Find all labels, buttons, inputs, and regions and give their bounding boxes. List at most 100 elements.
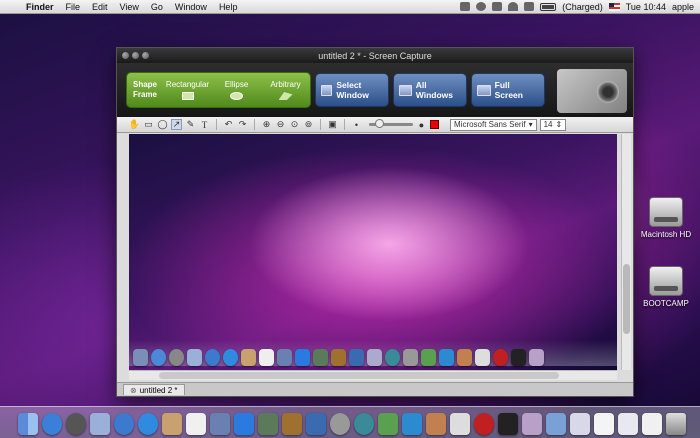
dropdown-arrow-icon: ▾ — [528, 120, 533, 129]
itunes-icon[interactable] — [234, 413, 254, 435]
zoom-in-icon[interactable]: ⊕ — [261, 119, 272, 130]
bluetooth-icon[interactable] — [492, 2, 503, 11]
desktop-icon-label: Macintosh HD — [640, 230, 692, 239]
time-machine-icon[interactable] — [476, 2, 487, 11]
arbitrary-shape-icon — [278, 92, 293, 100]
font-name-value: Microsoft Sans Serif — [454, 120, 526, 129]
text-tool-icon[interactable]: T — [199, 119, 210, 130]
garageband-icon[interactable] — [282, 413, 302, 435]
menu-edit[interactable]: Edit — [86, 2, 114, 12]
shape-frame-label: Shape Frame — [132, 80, 157, 99]
desktop-icon-bootcamp[interactable]: BOOTCAMP — [631, 266, 700, 308]
hard-drive-icon — [649, 197, 683, 227]
horizontal-scroll-thumb[interactable] — [159, 372, 559, 379]
rectangular-label: Rectangular — [165, 80, 210, 89]
line-width-small-icon: • — [354, 119, 359, 130]
arrow-tool-icon[interactable]: ↗ — [171, 119, 182, 130]
iphoto-icon[interactable] — [258, 413, 278, 435]
zoom-fit-icon[interactable]: ⊙ — [289, 119, 300, 130]
font-size-value: 14 — [543, 120, 553, 129]
zoom-window-button[interactable] — [142, 52, 149, 59]
capture-canvas[interactable] — [129, 134, 617, 370]
menu-view[interactable]: View — [114, 2, 145, 12]
tab-label: untitled 2 * — [139, 385, 178, 395]
slider-knob[interactable] — [375, 119, 384, 128]
line-width-slider[interactable] — [369, 119, 413, 128]
save-icon[interactable]: ▣ — [327, 119, 338, 130]
file-icon[interactable] — [618, 413, 638, 435]
script-editor-icon[interactable] — [426, 413, 446, 435]
menu-window[interactable]: Window — [169, 2, 213, 12]
screen-capture-icon[interactable] — [522, 413, 542, 435]
file-icon[interactable] — [594, 413, 614, 435]
preview-icon[interactable] — [210, 413, 230, 435]
xcode-icon[interactable] — [306, 413, 326, 435]
menu-app-name[interactable]: Finder — [20, 2, 60, 12]
crash-icon[interactable] — [474, 413, 494, 435]
users-icon[interactable] — [402, 413, 422, 435]
ellipse-tool-icon[interactable]: ◯ — [157, 119, 168, 130]
captured-app-icon — [151, 349, 166, 366]
menu-help[interactable]: Help — [213, 2, 244, 12]
all-windows-button[interactable]: All Windows — [393, 73, 467, 107]
battery-icon[interactable] — [540, 2, 557, 11]
input-flag-icon[interactable] — [608, 2, 620, 11]
arbitrary-capture-button[interactable]: Arbitrary — [261, 80, 310, 100]
font-size-select[interactable]: 14 ⇕ — [539, 118, 567, 131]
volume-icon[interactable] — [524, 2, 535, 11]
zoom-out-icon[interactable]: ⊖ — [275, 119, 286, 130]
terminal-icon[interactable] — [498, 413, 518, 435]
close-window-button[interactable] — [122, 52, 129, 59]
menu-clock[interactable]: Tue 10:44 — [626, 2, 666, 12]
captured-app-icon — [511, 349, 526, 366]
textedit-icon[interactable] — [450, 413, 470, 435]
select-window-button[interactable]: Select Window — [315, 73, 389, 107]
menu-user[interactable]: apple — [672, 2, 694, 12]
script-icon[interactable] — [460, 2, 471, 11]
safari-icon[interactable] — [138, 413, 158, 435]
rectangle-tool-icon[interactable]: ▭ — [143, 119, 154, 130]
document-tab[interactable]: ⊗ untitled 2 * — [123, 384, 185, 395]
menu-file[interactable]: File — [60, 2, 87, 12]
font-name-select[interactable]: Microsoft Sans Serif ▾ — [450, 118, 537, 131]
desktop-icon-macintosh-hd[interactable]: Macintosh HD — [631, 197, 700, 239]
close-tab-icon[interactable]: ⊗ — [130, 386, 137, 395]
arbitrary-label: Arbitrary — [270, 80, 301, 89]
dashboard-icon[interactable] — [66, 413, 86, 435]
ichat-icon[interactable] — [114, 413, 134, 435]
menu-go[interactable]: Go — [145, 2, 169, 12]
wifi-icon[interactable] — [508, 2, 519, 11]
time-machine-icon[interactable] — [354, 413, 374, 435]
app-store-icon[interactable] — [42, 413, 62, 435]
ical-icon[interactable] — [186, 413, 206, 435]
vertical-scroll-thumb[interactable] — [623, 264, 630, 334]
system-preferences-icon[interactable] — [330, 413, 350, 435]
window-titlebar[interactable]: untitled 2 * - Screen Capture — [117, 48, 633, 63]
minimize-window-button[interactable] — [132, 52, 139, 59]
redo-icon[interactable]: ↷ — [237, 119, 248, 130]
mail-icon[interactable] — [90, 413, 110, 435]
captured-app-icon — [205, 349, 220, 366]
vertical-scrollbar[interactable] — [621, 134, 631, 370]
captured-app-icon — [367, 349, 382, 366]
trash-icon[interactable] — [666, 413, 686, 435]
full-screen-button[interactable]: Full Screen — [471, 73, 545, 107]
rectangular-capture-button[interactable]: Rectangular — [163, 80, 212, 100]
hand-tool-icon[interactable]: ✋ — [129, 119, 140, 130]
address-book-icon[interactable] — [162, 413, 182, 435]
applications-folder-icon[interactable] — [546, 413, 566, 435]
finder-icon[interactable] — [18, 413, 38, 435]
qt-icon[interactable] — [378, 413, 398, 435]
undo-icon[interactable]: ↶ — [223, 119, 234, 130]
battery-status: (Charged) — [562, 1, 603, 12]
file-icon[interactable] — [642, 413, 662, 435]
shape-frame-group: Shape Frame Rectangular Ellipse Arbitrar… — [126, 72, 311, 108]
actual-size-icon[interactable]: ⊚ — [303, 119, 314, 130]
captured-app-icon — [421, 349, 436, 366]
horizontal-scrollbar[interactable] — [129, 370, 617, 380]
pen-tool-icon[interactable]: ✎ — [185, 119, 196, 130]
captured-app-icon — [331, 349, 346, 366]
documents-stack-icon[interactable] — [570, 413, 590, 435]
color-swatch[interactable] — [430, 120, 439, 129]
ellipse-capture-button[interactable]: Ellipse — [212, 80, 261, 100]
